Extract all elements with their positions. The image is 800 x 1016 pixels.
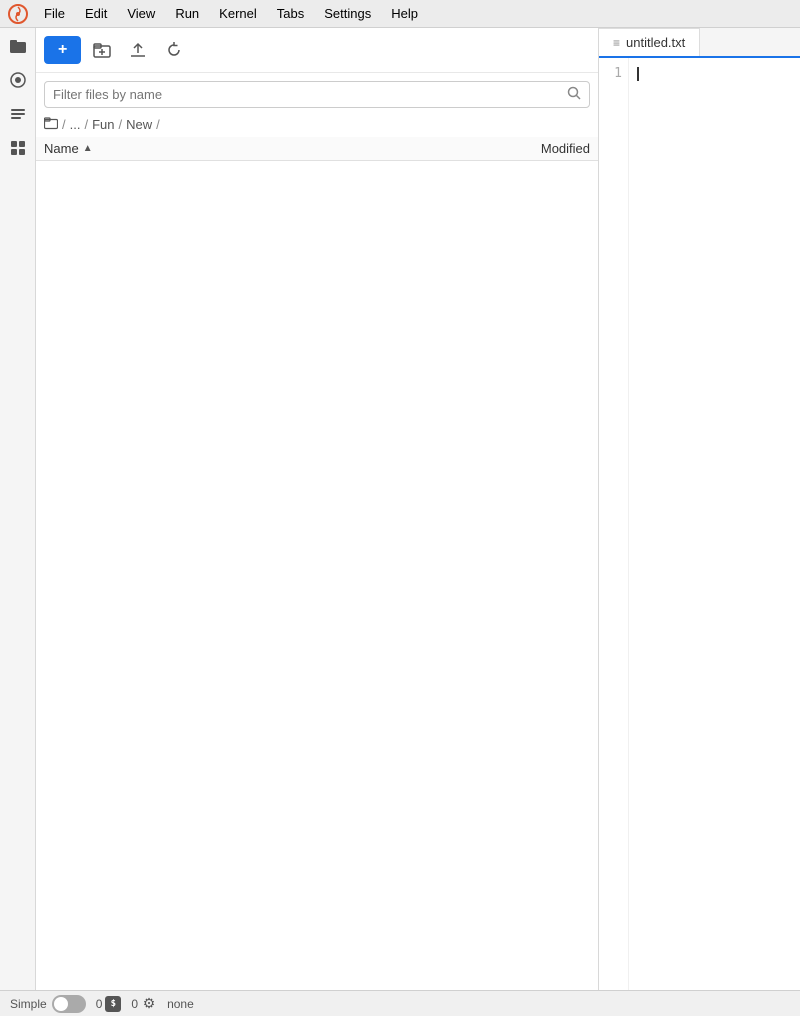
mode-text: none [167,997,194,1011]
sidebar-item-folder[interactable] [6,34,30,58]
upload-icon [129,41,147,59]
breadcrumb-sep-1: / [62,117,66,132]
breadcrumb-sep-3: / [119,117,123,132]
menu-run[interactable]: Run [167,4,207,23]
simple-mode-toggle: Simple [10,995,86,1013]
file-browser-toolbar: + [36,28,598,73]
text-cursor [637,67,639,81]
upload-button[interactable] [123,36,153,64]
search-area [36,73,598,112]
breadcrumb-new[interactable]: New [126,117,152,132]
line-numbers: 1 [599,58,629,990]
breadcrumb-sep-4: / [156,117,160,132]
simple-label: Simple [10,997,47,1011]
tab-file-icon: ≡ [613,36,620,50]
count1-value: 0 [96,997,103,1011]
count2-value: 0 [131,997,138,1011]
editor-tab-bar: ≡ untitled.txt [599,28,800,58]
column-modified[interactable]: Modified [440,141,590,156]
menu-bar: File Edit View Run Kernel Tabs Settings … [0,0,800,28]
breadcrumb-ellipsis[interactable]: ... [70,117,81,132]
breadcrumb-folder-icon [44,116,58,133]
menu-file[interactable]: File [36,4,73,23]
sidebar-item-running[interactable] [6,68,30,92]
breadcrumb: / ... / Fun / New / [36,112,598,137]
editor-content: 1 [599,58,800,990]
search-icon [567,86,581,103]
status-bar: Simple 0 $ 0 ⚙ none [0,990,800,1016]
new-folder-button[interactable] [87,36,117,64]
gear-icon[interactable]: ⚙ [141,996,157,1012]
app-logo [8,4,28,24]
editor-tab-untitled[interactable]: ≡ untitled.txt [599,28,700,56]
terminal-icon[interactable]: $ [105,996,121,1012]
search-input[interactable] [53,87,567,102]
status-count-2: 0 ⚙ [131,996,157,1012]
plus-icon: + [58,41,67,59]
main-area: + [0,28,800,990]
status-count-1: 0 $ [96,996,122,1012]
toggle-knob [54,997,68,1011]
menu-edit[interactable]: Edit [77,4,115,23]
editor-panel: ≡ untitled.txt 1 [599,28,800,990]
file-list [36,161,598,990]
search-wrapper [44,81,590,108]
menu-help[interactable]: Help [383,4,426,23]
menu-settings[interactable]: Settings [316,4,379,23]
sidebar-item-table-of-contents[interactable] [6,102,30,126]
editor-textarea[interactable] [629,58,800,990]
menu-tabs[interactable]: Tabs [269,4,312,23]
tab-label: untitled.txt [626,35,685,50]
new-launcher-button[interactable]: + [44,36,81,64]
column-name[interactable]: Name ▲ [44,141,440,156]
sidebar-icons [0,28,36,990]
file-browser: + [36,28,599,990]
menu-kernel[interactable]: Kernel [211,4,265,23]
menu-view[interactable]: View [119,4,163,23]
file-table-header: Name ▲ Modified [36,137,598,161]
new-folder-icon [93,41,111,59]
sidebar-item-extensions[interactable] [6,136,30,160]
refresh-button[interactable] [159,36,189,64]
line-number-1: 1 [605,66,622,81]
breadcrumb-fun[interactable]: Fun [92,117,114,132]
breadcrumb-sep-2: / [84,117,88,132]
mode-toggle-switch[interactable] [52,995,86,1013]
refresh-icon [165,41,183,59]
sort-arrow-icon: ▲ [83,143,93,154]
